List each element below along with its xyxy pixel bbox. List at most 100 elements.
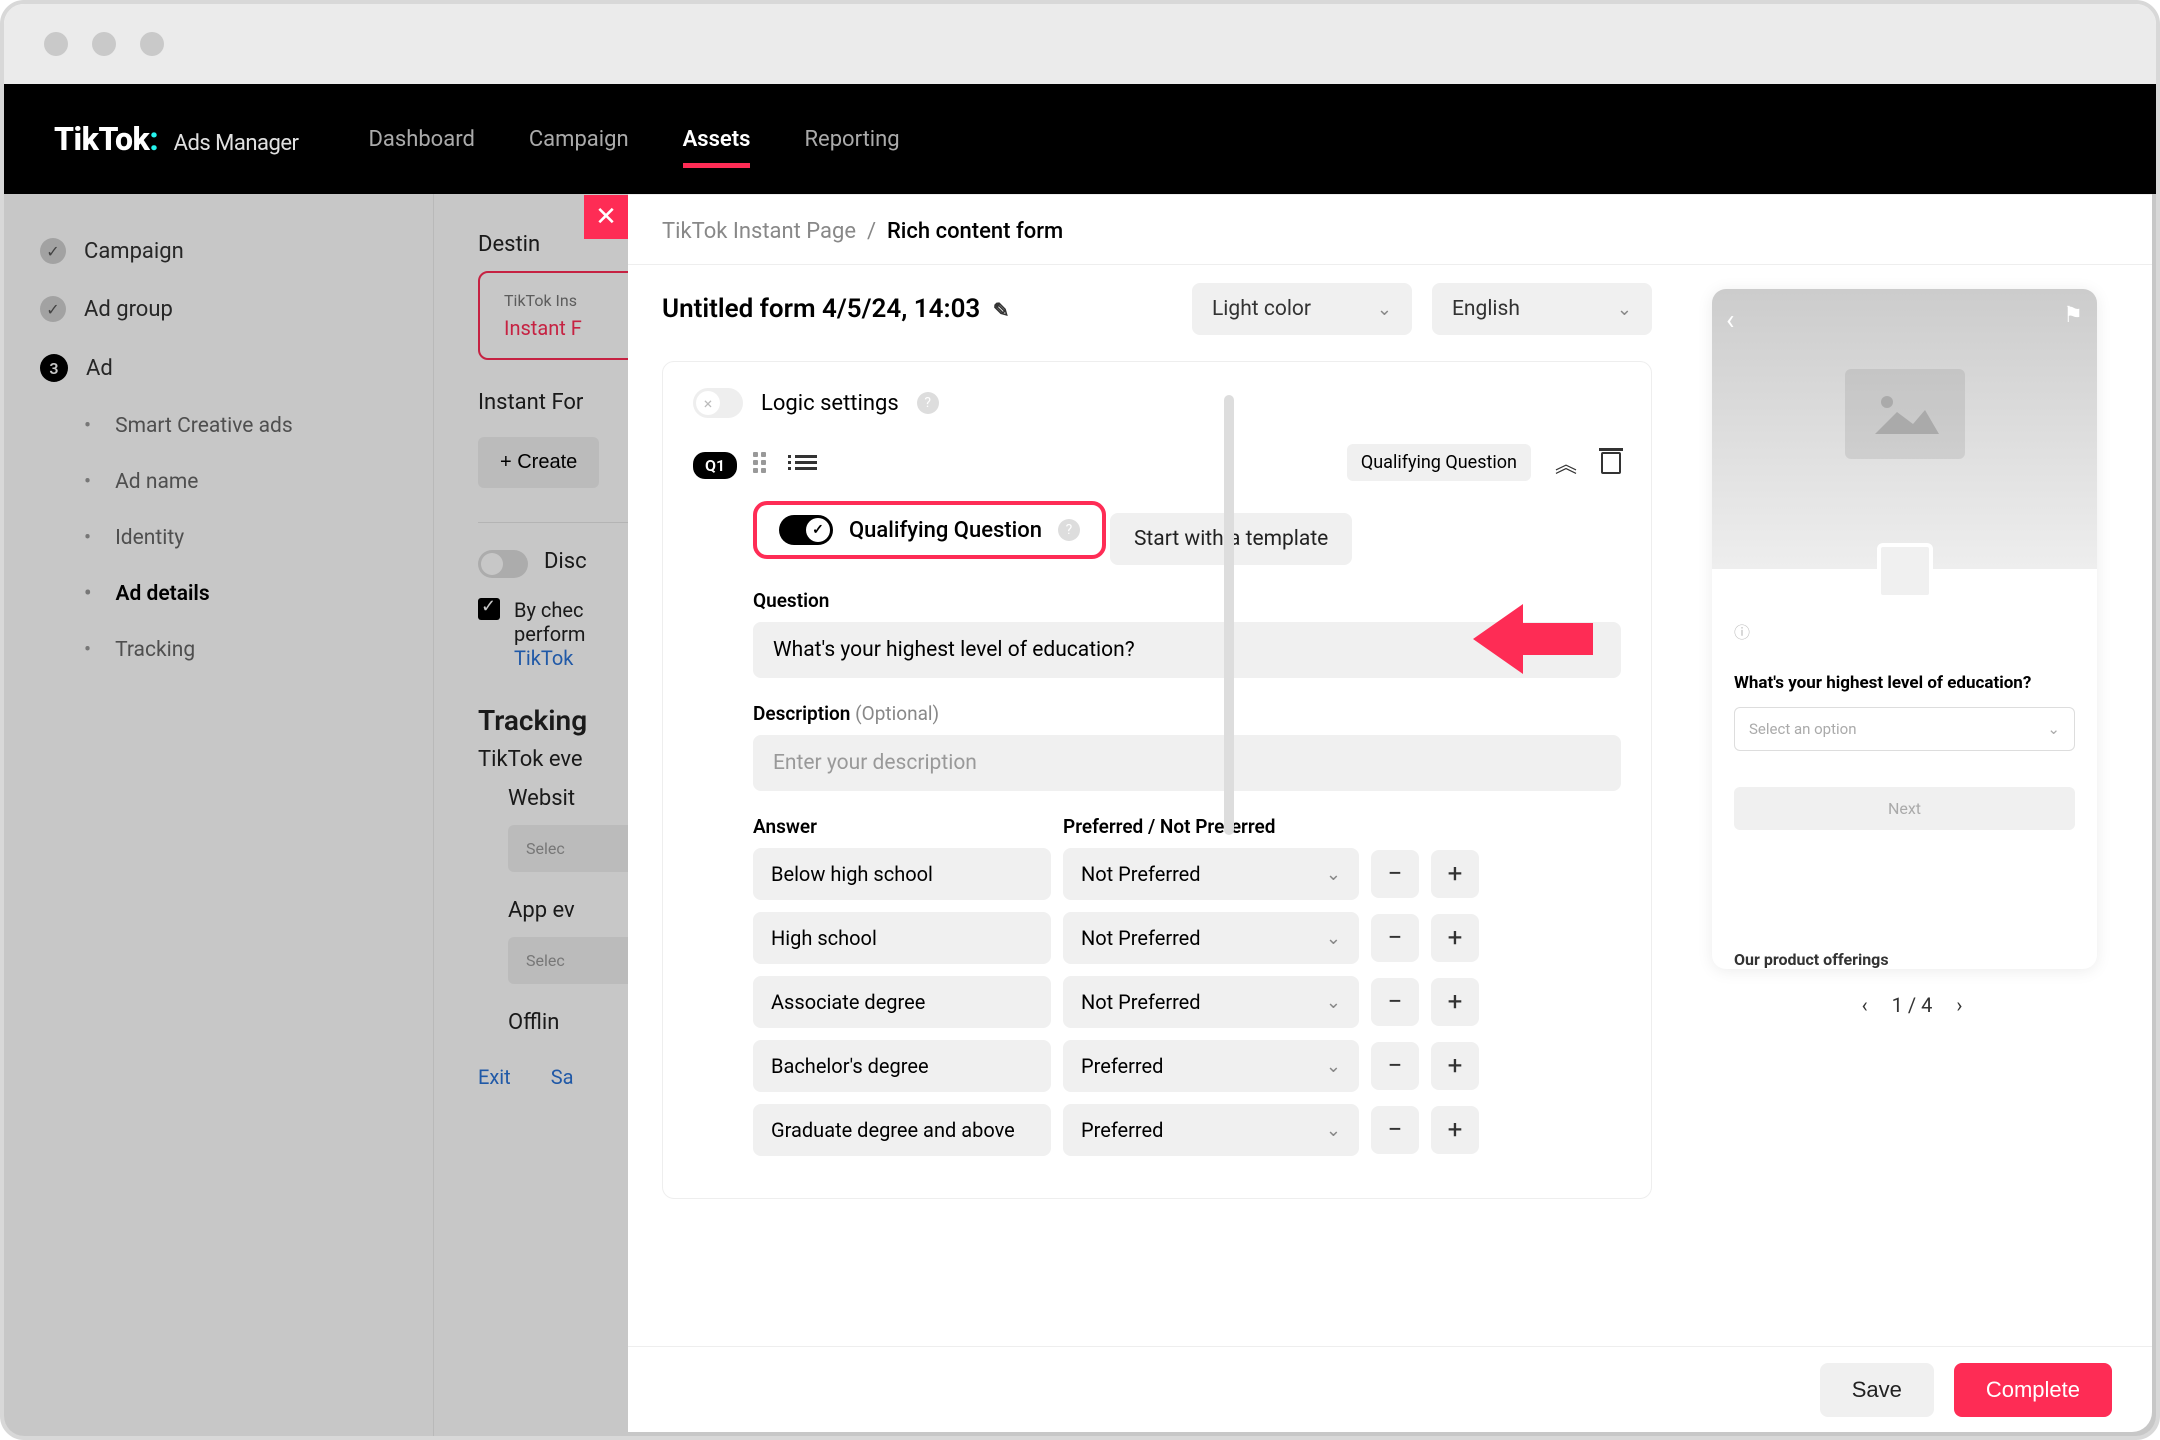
thumbnail-placeholder <box>1877 543 1933 599</box>
chevron-down-icon: ⌄ <box>2047 720 2060 738</box>
traffic-light-zoom[interactable] <box>140 32 164 56</box>
preview-pager: ‹ 1 / 4 › <box>1712 993 2112 1017</box>
step-number-badge: 3 <box>40 354 68 382</box>
form-title[interactable]: Untitled form 4/5/24, 14:03 ✎ <box>662 294 1010 324</box>
close-icon: ✕ <box>595 202 617 232</box>
add-answer-button[interactable]: + <box>1431 914 1479 962</box>
delete-icon[interactable] <box>1601 452 1621 474</box>
chevron-down-icon: ⌄ <box>1617 299 1632 320</box>
qualifying-toggle[interactable] <box>779 515 833 545</box>
checkbox-icon[interactable] <box>478 598 500 620</box>
left-sidebar: ✓ Campaign ✓ Ad group 3 Ad Smart Creativ… <box>4 194 434 1436</box>
breadcrumb: TikTok Instant Page / Rich content form <box>628 195 2152 265</box>
nav-dashboard[interactable]: Dashboard <box>368 91 474 188</box>
add-answer-button[interactable]: + <box>1431 1042 1479 1090</box>
complete-button[interactable]: Complete <box>1954 1363 2112 1417</box>
traffic-light-close[interactable] <box>44 32 68 56</box>
help-icon[interactable]: ? <box>917 392 939 414</box>
remove-answer-button[interactable]: − <box>1371 978 1419 1026</box>
drag-handle-icon[interactable] <box>753 452 771 473</box>
preview-flag-icon: ⚑ <box>2063 303 2083 328</box>
preference-select[interactable]: Not Preferred⌄ <box>1063 912 1359 964</box>
sidebar-item-ad[interactable]: 3 Ad <box>4 338 433 398</box>
sidebar-sub-tracking[interactable]: Tracking <box>4 622 433 678</box>
panel-footer: Save Complete <box>628 1346 2152 1432</box>
nav-reporting[interactable]: Reporting <box>804 91 899 188</box>
answer-input[interactable]: Graduate degree and above <box>753 1104 1051 1156</box>
collapse-icon[interactable]: ︽ <box>1555 447 1577 479</box>
chevron-down-icon: ⌄ <box>1326 1120 1341 1141</box>
add-answer-button[interactable]: + <box>1431 1106 1479 1154</box>
check-icon: ✓ <box>40 296 66 322</box>
logic-label: Logic settings <box>761 391 899 416</box>
preview-column: ‹ ⚑ ⓘ What's your highest level of educa… <box>1692 265 2152 1346</box>
chevron-down-icon: ⌄ <box>1326 928 1341 949</box>
answer-input[interactable]: Below high school <box>753 848 1051 900</box>
answer-input[interactable]: Associate degree <box>753 976 1051 1028</box>
editor-column: Untitled form 4/5/24, 14:03 ✎ Light colo… <box>628 265 1692 1346</box>
brand-logo: TikTok: Ads Manager <box>54 120 298 158</box>
sidebar-item-adgroup[interactable]: ✓ Ad group <box>4 280 433 338</box>
preview-back-icon: ‹ <box>1726 303 1734 336</box>
remove-answer-button[interactable]: − <box>1371 1106 1419 1154</box>
nav-assets[interactable]: Assets <box>683 91 751 188</box>
remove-answer-button[interactable]: − <box>1371 914 1419 962</box>
nav-campaign[interactable]: Campaign <box>529 91 629 188</box>
language-select[interactable]: English ⌄ <box>1432 283 1652 335</box>
preference-column-header: Preferred / Not Preferred <box>1063 815 1275 838</box>
save-button[interactable]: Save <box>1820 1363 1934 1417</box>
panel-close-button[interactable]: ✕ <box>584 195 628 239</box>
chevron-down-icon: ⌄ <box>1377 299 1392 320</box>
scrollbar[interactable] <box>1224 395 1234 835</box>
preview-select: Select an option ⌄ <box>1734 707 2075 751</box>
preference-select[interactable]: Preferred⌄ <box>1063 1040 1359 1092</box>
traffic-light-minimize[interactable] <box>92 32 116 56</box>
question-type-tag: Qualifying Question <box>1347 444 1531 481</box>
sidebar-sub-identity[interactable]: Identity <box>4 510 433 566</box>
remove-answer-button[interactable]: − <box>1371 850 1419 898</box>
exit-link[interactable]: Exit <box>478 1065 511 1089</box>
breadcrumb-root[interactable]: TikTok Instant Page <box>662 219 856 244</box>
remove-answer-button[interactable]: − <box>1371 1042 1419 1090</box>
answer-row: Associate degree Not Preferred⌄ − + <box>753 976 1621 1028</box>
instant-page-panel: ✕ TikTok Instant Page / Rich content for… <box>628 194 2152 1432</box>
answer-input[interactable]: Bachelor's degree <box>753 1040 1051 1092</box>
answer-column-header: Answer <box>753 815 1063 838</box>
editor-card: Logic settings ? Q1 <box>662 361 1652 1199</box>
preview-footer-text: Our product offerings <box>1712 950 2097 969</box>
browser-titlebar <box>4 4 2156 84</box>
add-answer-button[interactable]: + <box>1431 850 1479 898</box>
pager-count: 1 / 4 <box>1892 993 1933 1017</box>
answer-row: Below high school Not Preferred⌄ − + <box>753 848 1621 900</box>
image-placeholder-icon <box>1845 369 1965 459</box>
answer-row: High school Not Preferred⌄ − + <box>753 912 1621 964</box>
chevron-down-icon: ⌄ <box>1326 864 1341 885</box>
theme-select[interactable]: Light color ⌄ <box>1192 283 1412 335</box>
sidebar-sub-addetails[interactable]: Ad details <box>4 566 433 622</box>
sidebar-item-campaign[interactable]: ✓ Campaign <box>4 222 433 280</box>
preference-select[interactable]: Not Preferred⌄ <box>1063 976 1359 1028</box>
preference-select[interactable]: Not Preferred⌄ <box>1063 848 1359 900</box>
disclaimer-toggle[interactable] <box>478 550 528 578</box>
create-button[interactable]: + Create <box>478 437 599 488</box>
preference-select[interactable]: Preferred⌄ <box>1063 1104 1359 1156</box>
sidebar-sub-smart[interactable]: Smart Creative ads <box>4 398 433 454</box>
pager-next-icon[interactable]: › <box>1956 993 1962 1017</box>
preview-next-button: Next <box>1734 787 2075 830</box>
warning-icon: ⓘ <box>1734 623 1750 642</box>
sidebar-sub-adname[interactable]: Ad name <box>4 454 433 510</box>
save-link[interactable]: Sa <box>551 1065 574 1089</box>
check-icon: ✓ <box>40 238 66 264</box>
description-input[interactable]: Enter your description <box>753 735 1621 791</box>
answer-input[interactable]: High school <box>753 912 1051 964</box>
list-type-icon[interactable] <box>795 455 817 470</box>
top-nav: TikTok: Ads Manager Dashboard Campaign A… <box>4 84 2156 194</box>
answer-row: Bachelor's degree Preferred⌄ − + <box>753 1040 1621 1092</box>
help-icon[interactable]: ? <box>1058 519 1080 541</box>
add-answer-button[interactable]: + <box>1431 978 1479 1026</box>
pager-prev-icon[interactable]: ‹ <box>1862 993 1868 1017</box>
breadcrumb-current: Rich content form <box>887 219 1063 244</box>
edit-title-icon[interactable]: ✎ <box>993 298 1010 322</box>
logic-toggle[interactable] <box>693 388 743 418</box>
chevron-down-icon: ⌄ <box>1326 992 1341 1013</box>
